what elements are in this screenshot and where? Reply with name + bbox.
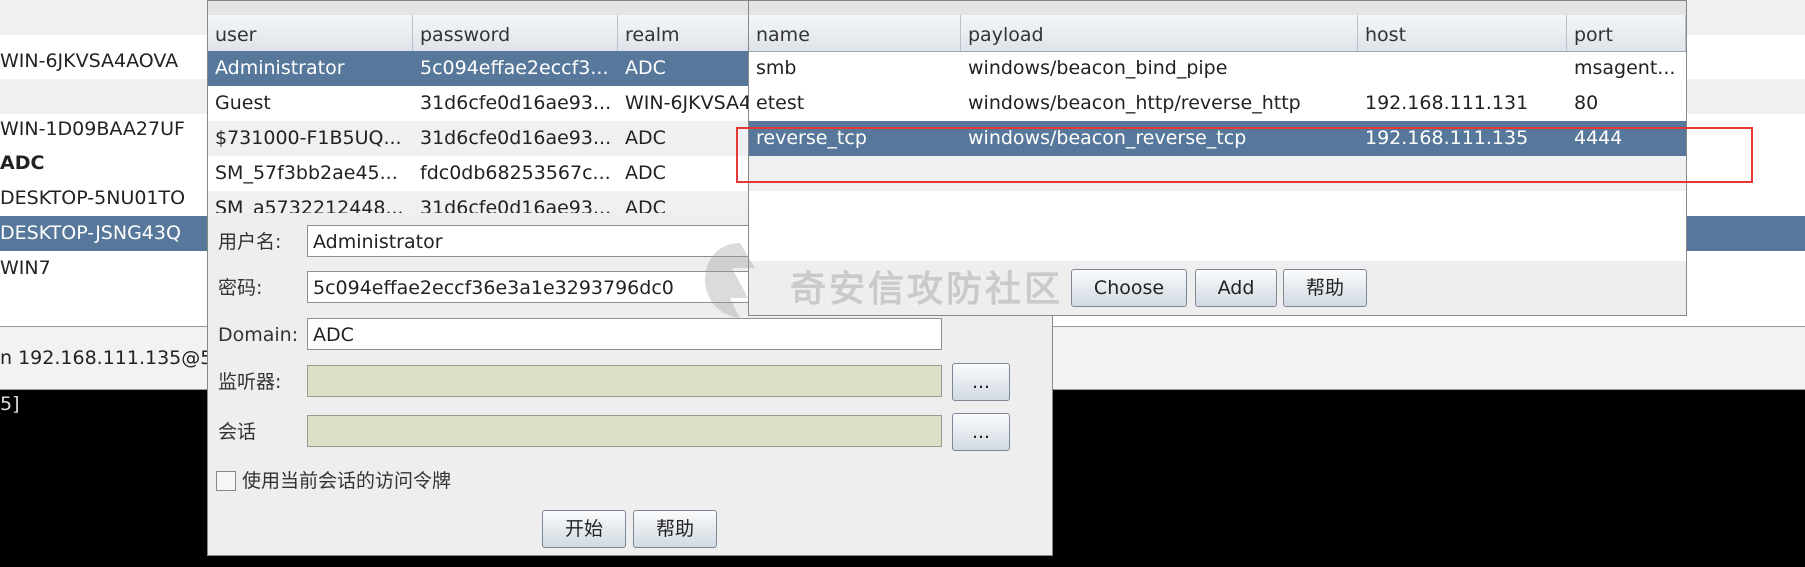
target-row-label: DESKTOP-5NU01TO — [0, 187, 186, 209]
cell-user: SM_57f3bb2ae45... — [215, 162, 398, 184]
use-token-checkbox[interactable] — [216, 471, 236, 491]
cell-password: 5c094effae2eccf3... — [420, 57, 609, 79]
listener-field[interactable] — [307, 365, 942, 397]
password-label: 密码: — [218, 277, 263, 299]
session-label: 会话 — [218, 421, 257, 443]
start-button[interactable]: 开始 — [542, 510, 626, 548]
table-row[interactable]: SM_a5732212448... 31d6cfe0d16ae93... ADC — [208, 191, 753, 213]
cell-host: 192.168.111.131 — [1365, 92, 1529, 114]
target-row-label: WIN-6JKVSA4AOVA — [0, 50, 179, 72]
cell-realm: ADC — [625, 197, 666, 213]
cell-password: fdc0db68253567c... — [420, 162, 611, 184]
column-header-user[interactable]: user — [208, 15, 413, 51]
cell-user: SM_a5732212448... — [215, 197, 404, 213]
cell-user: Guest — [215, 92, 271, 114]
dialog-titlebar[interactable] — [749, 1, 1686, 16]
username-label: 用户名: — [218, 231, 282, 253]
table-row[interactable]: $731000-F1B5UQ... 31d6cfe0d16ae93... ADC — [208, 121, 753, 156]
column-header-password[interactable]: password — [413, 15, 618, 51]
cell-password: 31d6cfe0d16ae93... — [420, 197, 612, 213]
console-line: 5] — [0, 393, 20, 415]
table-row[interactable]: Guest 31d6cfe0d16ae93... WIN-6JKVSA4 — [208, 86, 753, 121]
column-header-name[interactable]: name — [749, 15, 961, 51]
target-row-label: WIN7 — [0, 257, 51, 279]
target-row-label: DESKTOP-JSNG43Q — [0, 222, 181, 244]
annotation-highlight-box — [736, 127, 1753, 183]
cell-user: $731000-F1B5UQ... — [215, 127, 402, 149]
session-field[interactable] — [307, 415, 942, 447]
domain-label: Domain: — [218, 324, 299, 346]
table-row[interactable]: Administrator 5c094effae2eccf3... ADC — [208, 51, 753, 86]
status-text: n 192.168.111.135@5 — [0, 347, 213, 369]
cell-payload: windows/beacon_http/reverse_http — [968, 92, 1301, 114]
cell-realm: ADC — [625, 57, 666, 79]
domain-field[interactable]: ADC — [307, 318, 942, 350]
column-header-payload[interactable]: payload — [961, 15, 1358, 51]
listener-label: 监听器: — [218, 371, 282, 393]
column-header-realm[interactable]: realm — [618, 15, 753, 51]
cell-port: 80 — [1574, 92, 1599, 114]
cell-realm: ADC — [625, 127, 666, 149]
cell-password: 31d6cfe0d16ae93... — [420, 127, 612, 149]
column-header-host[interactable]: host — [1358, 15, 1567, 51]
choose-button[interactable]: Choose — [1071, 269, 1187, 307]
cell-host — [1358, 51, 1567, 86]
cell-name: etest — [756, 92, 805, 114]
cell-payload: windows/beacon_bind_pipe — [968, 57, 1228, 79]
cell-password: 31d6cfe0d16ae93... — [420, 92, 612, 114]
credentials-table[interactable]: user password realm Administrator 5c094e… — [208, 15, 753, 213]
cell-user: Administrator — [215, 57, 345, 79]
help-button[interactable]: 帮助 — [1283, 269, 1367, 307]
add-button[interactable]: Add — [1195, 269, 1277, 307]
use-token-label: 使用当前会话的访问令牌 — [242, 470, 452, 492]
column-header-port[interactable]: port — [1567, 15, 1686, 51]
cell-realm: ADC — [625, 162, 666, 184]
table-row[interactable]: smb windows/beacon_bind_pipe msagent... — [749, 51, 1686, 86]
target-row-label: ADC — [0, 152, 45, 174]
listener-browse-button[interactable]: ... — [952, 363, 1010, 401]
help-button[interactable]: 帮助 — [633, 510, 717, 548]
cell-realm: WIN-6JKVSA4 — [625, 92, 752, 114]
target-row-label: WIN-1D09BAA27UF — [0, 118, 185, 140]
cell-name: smb — [756, 57, 797, 79]
session-browse-button[interactable]: ... — [952, 413, 1010, 451]
table-header: user password realm — [208, 15, 753, 52]
cell-port: msagent... — [1574, 57, 1676, 79]
table-row[interactable]: SM_57f3bb2ae45... fdc0db68253567c... ADC — [208, 156, 753, 191]
table-header: name payload host port — [749, 15, 1686, 52]
table-row[interactable]: etest windows/beacon_http/reverse_http 1… — [749, 86, 1686, 121]
